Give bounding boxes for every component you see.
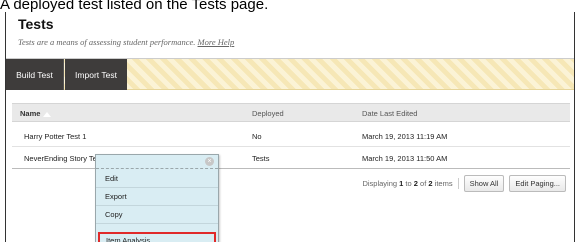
page-title: Tests bbox=[18, 16, 54, 32]
close-icon[interactable]: × bbox=[205, 157, 214, 166]
table-header: Name Deployed Date Last Edited bbox=[12, 103, 570, 122]
tests-page: Tests Tests are a means of assessing stu… bbox=[5, 12, 575, 242]
page-subtitle: Tests are a means of assessing student p… bbox=[18, 37, 234, 47]
menu-item-edit[interactable]: Edit bbox=[96, 170, 218, 188]
sort-ascending-icon bbox=[43, 111, 52, 117]
page-subtitle-text: Tests are a means of assessing student p… bbox=[18, 37, 196, 47]
date-last-edited: March 19, 2013 11:50 AM bbox=[362, 154, 448, 163]
build-test-button[interactable]: Build Test bbox=[6, 59, 64, 90]
context-menu: × Edit Export Copy Item Analysis bbox=[95, 154, 219, 242]
import-test-button[interactable]: Import Test bbox=[65, 59, 127, 90]
paging-info: Displaying 1 to 2 of 2 items bbox=[362, 179, 453, 188]
menu-item-copy[interactable]: Copy bbox=[96, 206, 218, 224]
deployed-status: Tests bbox=[252, 154, 270, 163]
table-row: Harry Potter Test 1 No March 19, 2013 11… bbox=[12, 125, 570, 147]
divider bbox=[457, 178, 459, 189]
date-last-edited: March 19, 2013 11:19 AM bbox=[362, 132, 448, 141]
pagination: Displaying 1 to 2 of 2 items Show All Ed… bbox=[362, 175, 566, 192]
menu-item-item-analysis[interactable]: Item Analysis bbox=[98, 232, 216, 242]
column-header-deployed[interactable]: Deployed bbox=[252, 109, 284, 118]
show-all-button[interactable]: Show All bbox=[463, 175, 505, 192]
column-header-date[interactable]: Date Last Edited bbox=[362, 109, 417, 118]
test-name[interactable]: Harry Potter Test 1 bbox=[24, 132, 86, 141]
deployed-status: No bbox=[252, 132, 262, 141]
more-help-link[interactable]: More Help bbox=[198, 37, 235, 47]
action-bar: Build Test Import Test bbox=[6, 59, 574, 90]
test-name[interactable]: NeverEnding Story Test bbox=[24, 154, 103, 163]
column-header-name[interactable]: Name bbox=[20, 109, 52, 118]
context-menu-header: × bbox=[96, 155, 218, 169]
menu-item-export[interactable]: Export bbox=[96, 188, 218, 206]
edit-paging-button[interactable]: Edit Paging... bbox=[509, 175, 566, 192]
